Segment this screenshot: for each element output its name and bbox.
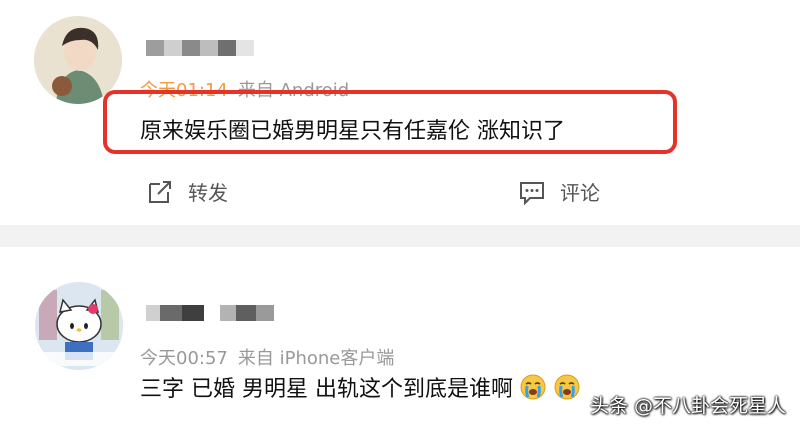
comment-time: 今天00:57 (140, 348, 228, 369)
comment-text: 原来娱乐圈已婚男明星只有任嘉伦 涨知识了 (140, 119, 565, 144)
user-avatar[interactable] (35, 282, 123, 370)
comment-source: 来自 iPhone客户端 (237, 348, 395, 369)
repost-button[interactable]: 转发 (146, 177, 228, 206)
comment-meta: 今天00:57 来自 iPhone客户端 (140, 344, 394, 370)
crying-face-icon (519, 373, 547, 407)
comment-text-content: 三字 已婚 男明星 出轨这个到底是谁啊 (140, 377, 513, 402)
username-blurred[interactable] (146, 40, 254, 56)
comment-button[interactable]: 评论 (518, 177, 600, 206)
comment-1: 今天01:14 来自 Android 原来娱乐圈已婚男明星只有任嘉伦 涨知识了 转… (0, 0, 800, 225)
crying-face-icon (553, 373, 581, 407)
comment-separator (0, 225, 800, 247)
hello-kitty-avatar-icon (35, 282, 123, 370)
comment-text: 三字 已婚 男明星 出轨这个到底是谁啊 (140, 371, 581, 407)
watermark: 头条 @不八卦会死星人 (589, 395, 786, 417)
comment-label: 评论 (560, 181, 600, 205)
comment-icon (520, 181, 544, 205)
repost-icon (149, 180, 171, 203)
repost-label: 转发 (188, 181, 228, 205)
username-blurred[interactable] (146, 305, 274, 321)
